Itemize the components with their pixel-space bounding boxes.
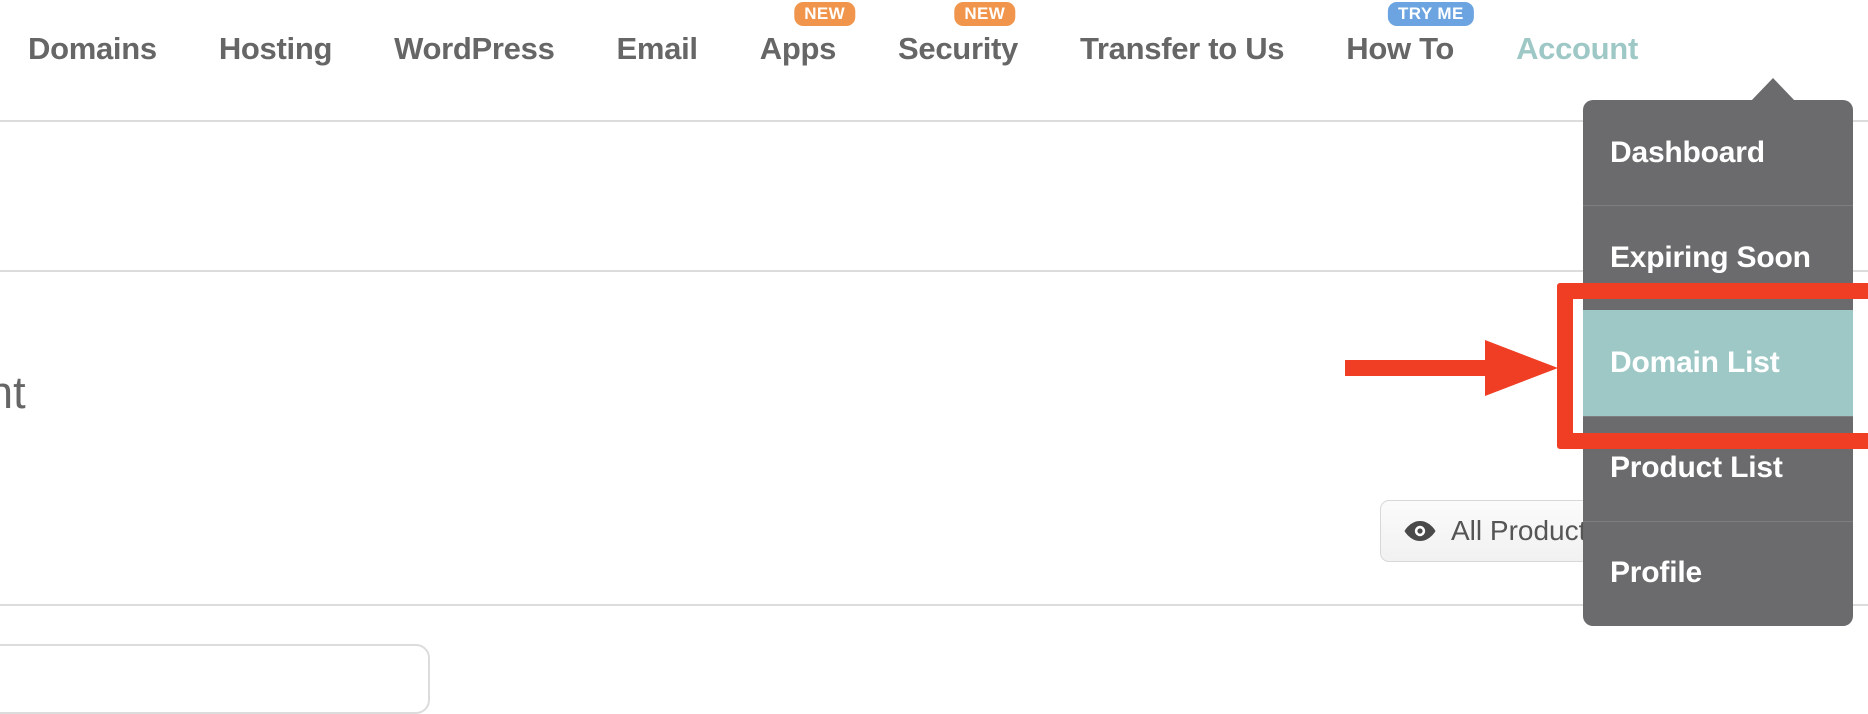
menu-item-label: Domain List [1610, 345, 1780, 379]
menu-item-domain-list[interactable]: Domain List [1583, 310, 1853, 416]
nav-item-account[interactable]: Account [1516, 0, 1672, 96]
menu-item-label: Product List [1610, 451, 1783, 485]
nav-badge-how-to: TRY ME [1388, 2, 1474, 26]
nav-item-domains[interactable]: Domains [28, 0, 191, 96]
menu-item-label: Dashboard [1610, 135, 1765, 169]
nav-item-label: Account [1516, 30, 1638, 66]
nav-item-label: Transfer to Us [1079, 30, 1285, 66]
nav-item-email[interactable]: Email [617, 0, 732, 96]
nav-item-label: Email [616, 30, 699, 66]
all-products-button[interactable]: All Product [1380, 500, 1610, 562]
dropdown-caret-icon [1750, 78, 1796, 102]
menu-item-expiring-soon[interactable]: Expiring Soon [1583, 205, 1853, 310]
menu-item-label: Expiring Soon [1610, 240, 1811, 274]
nav-item-label: Security [898, 30, 1018, 66]
nav-item-apps[interactable]: NEW Apps [760, 0, 870, 96]
page-title: ount [0, 367, 26, 418]
menu-item-profile[interactable]: Profile [1583, 520, 1853, 626]
nav-badge-security: NEW [954, 2, 1016, 26]
nav-item-label: WordPress [394, 30, 555, 66]
menu-item-product-list[interactable]: Product List [1583, 415, 1853, 521]
nav-item-label: Hosting [218, 30, 333, 66]
nav-item-label: How To [1346, 30, 1455, 66]
nav-item-how-to[interactable]: TRY ME How To [1346, 0, 1488, 96]
all-products-label: All Product [1451, 515, 1587, 546]
bottom-panel [0, 644, 430, 714]
nav-item-label: Domains [28, 30, 157, 66]
menu-item-label: Profile [1610, 556, 1702, 590]
nav-item-wordpress[interactable]: WordPress [394, 0, 588, 96]
menu-item-dashboard[interactable]: Dashboard [1583, 100, 1853, 205]
account-dropdown-menu: Dashboard Expiring Soon Domain List Product… [1583, 100, 1853, 626]
annotation-arrow-icon [1345, 340, 1558, 396]
nav-item-list: Domains Hosting WordPress Email NEW Apps NEW Se… [28, 0, 1852, 96]
nav-item-security[interactable]: NEW Security [898, 0, 1052, 96]
nav-badge-apps: NEW [794, 2, 856, 26]
nav-item-hosting[interactable]: Hosting [219, 0, 366, 96]
nav-item-transfer-to-us[interactable]: Transfer to Us [1080, 0, 1318, 96]
nav-item-label: Apps [759, 30, 837, 66]
eye-icon [1403, 520, 1437, 542]
